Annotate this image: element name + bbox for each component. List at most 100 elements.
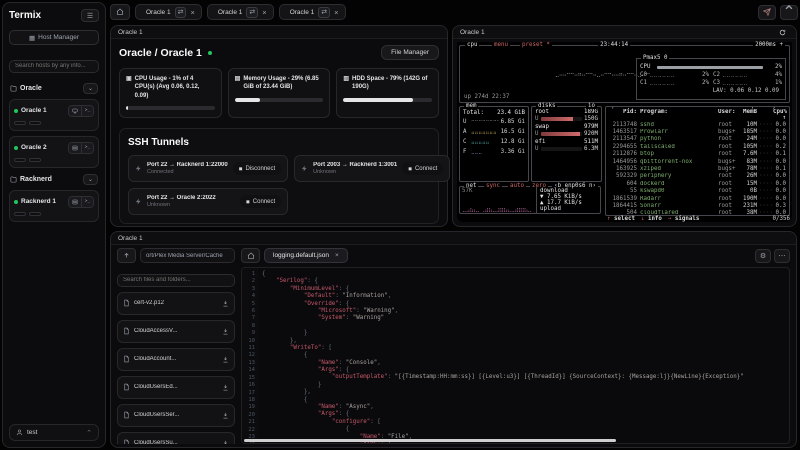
process-row[interactable]: 2113748 sshd root 10M ····· 0.0 [606,121,789,128]
refresh-button[interactable] [775,27,789,37]
panel-tab-title[interactable]: Oracle 1 [118,29,143,36]
btop-disks-box: disks io root 189G U 150G swap 979M U 92… [531,103,602,182]
host-terminal-button[interactable]: >_ [81,142,93,153]
session-tab[interactable]: >_ Oracle 1 ⇄ × [278,4,346,20]
collapse-button[interactable]: ⌃ [780,4,798,21]
panel-tab-title[interactable]: Oracle 1 [460,29,485,36]
mem-row: C ⣤⣤⣤⣤⣤ 12.8 Gi [463,139,525,145]
btop-terminal[interactable]: cpu menu preset * 23:44:14 2000ms + ⣀⠤⠤⠒… [457,42,792,222]
host-tag [14,211,26,216]
host-search-input[interactable] [9,59,99,73]
send-feedback-button[interactable] [758,4,776,20]
folder-collapse-button[interactable]: ⌄ [83,82,98,94]
code-editor[interactable]: 123456789101112131415161718192021222324 … [241,267,790,444]
horizontal-scrollbar[interactable] [244,439,616,442]
tunnel-action-icon: ◼ [246,198,250,204]
btop-clock: 23:44:14 [598,42,631,48]
host-card[interactable]: Racknerd 1 >_ [9,189,99,222]
file-icon [123,439,130,444]
tunnel-action-button[interactable]: ◼ Connect [240,195,282,209]
tunnel-action-button[interactable]: ◼ Disconnect [232,162,282,176]
editor-home-button[interactable] [241,248,260,263]
up-directory-button[interactable] [117,248,136,263]
core-meter: C1 ⣀⣀⣀⣀⣀⣀ 2% [640,80,709,86]
core-meter: C2 ⣀⣀⣀⣀⣀⣀ 4% [713,72,782,78]
process-row[interactable]: 592329 periphery root 26M ····· 0.0 [606,173,789,180]
folder-group: Racknerd ⌄ Racknerd 1 >_ [9,173,99,222]
process-row[interactable]: 1464956 qbittorrent-nox bugs+ 83M ····· … [606,158,789,165]
tabs: >_ Oracle 1 ⇄ × >_ Oracle 1 ⇄ × >_ [135,4,346,20]
download-icon[interactable] [222,300,229,307]
host-connect-button[interactable] [69,196,81,207]
file-manager-button[interactable]: File Manager [381,45,439,60]
download-icon[interactable] [222,440,229,445]
process-row[interactable]: 2294655 tailscaled root 105M ····· 0.2 [606,143,789,150]
home-button[interactable] [110,4,130,20]
host-card[interactable]: Oracle 1 >_ [9,98,99,131]
host-terminal-button[interactable]: >_ [81,105,93,116]
proc-cpu-dots: ····· [759,151,773,158]
process-row[interactable]: 2112876 btop root 7.6M ····· 0.1 [606,151,789,158]
stat-icon: ▥ [343,76,350,82]
code-lines: { "Serilog": { "MinimumLevel": { "Defaul… [262,271,744,443]
file-search-input[interactable] [117,273,235,287]
close-icon[interactable]: × [334,8,338,17]
file-item[interactable]: CloudUsersSer... [117,403,235,427]
editor-file-tab[interactable]: logging.default.json × [264,248,348,263]
tunnel-action-button[interactable]: ◼ Connect [402,162,444,176]
process-row[interactable]: 604 dockerd root 15M ····· 0.0 [606,180,789,187]
host-manager-button[interactable]: ▦ Host Manager [9,30,99,45]
process-row[interactable]: 2113547 python root 24M ····· 0.0 [606,136,789,143]
tunnel-card[interactable]: Port 2003 → Racknerd 1:3001 Unknown ◼ Co… [294,155,451,183]
file-item[interactable]: CloudUsersEd... [117,375,235,399]
editor-more-button[interactable]: ⋯ [774,248,790,263]
process-row[interactable]: 1861539 Radarr root 190M ····· 0.0 [606,195,789,202]
session-tab[interactable]: >_ Oracle 1 ⇄ × [206,4,274,20]
host-card[interactable]: Oracle 2 >_ [9,135,99,168]
download-icon[interactable] [222,356,229,363]
host-connect-button[interactable] [69,105,81,116]
editor-settings-button[interactable]: ⚙ [755,248,771,263]
file-item[interactable]: CloudAccount... [117,347,235,371]
close-icon[interactable]: × [190,8,194,17]
disk-entry: swap 979M U 920M [535,124,598,137]
tunnel-card[interactable]: Port 22 → Oracle 2:2022 Unknown ◼ Connec… [128,188,289,216]
download-icon[interactable] [222,328,229,335]
tunnel-card[interactable]: Port 22 → Racknerd 1:22000 Connected ◼ D… [128,155,289,183]
file-item[interactable]: cert-v2.p12 [117,291,235,315]
upload-graph: ⣀⣠⣦⣄⡀⢀⣴⣧⣀⣰⣶⣦⣄⣀⣼⣿⣷⣄⡀⣠⣄⡀⣀ [462,207,532,213]
process-row[interactable]: 1864415 Sonarr root 231M ····· 0.3 [606,202,789,209]
host-tags [14,157,94,162]
panel-tab-title[interactable]: Oracle 1 [118,235,143,242]
download-icon[interactable] [222,412,229,419]
folder-row[interactable]: Racknerd ⌄ [10,173,98,185]
file-item[interactable]: CloudUsersSu... [117,431,235,445]
close-icon[interactable]: × [262,8,266,17]
path-input[interactable] [140,248,235,263]
user-menu[interactable]: test ⌃ [9,424,99,441]
paper-plane-icon [763,8,771,16]
process-row[interactable]: 55 kswapd0 root 0B ····· 0.0 [606,188,789,195]
host-connect-button[interactable] [69,142,81,153]
session-tab[interactable]: >_ Oracle 1 ⇄ × [135,4,202,20]
menu-icon[interactable]: ☰ [81,9,99,22]
process-row[interactable]: 1463517 Prowlarr bugs+ 185M ····· 0.0 [606,128,789,135]
folder-collapse-button[interactable]: ⌄ [83,173,98,185]
close-icon[interactable]: × [335,252,339,259]
download-icon[interactable] [222,384,229,391]
sidebar: Termix ☰ ▦ Host Manager Oracle ⌄ [2,2,106,448]
file-item[interactable]: CloudAccessV... [117,319,235,343]
tunnel-action-icon: ◼ [238,165,243,171]
btop-mem-box: mem Total: 23.4 GiB U ⠒⠒⠒⠒⠒⠒⠒⠒ 6.85 Gi A… [459,103,529,182]
folder-list: Oracle ⌄ Oracle 1 >_ Oracle 2 >_ Rackner… [9,77,99,227]
process-row[interactable]: 163925 xziped bugs+ 78M ····· 0.1 [606,165,789,172]
split-icon[interactable]: ⇄ [178,8,184,16]
host-tag [29,211,41,216]
split-icon[interactable]: ⇄ [321,8,327,16]
file-search [117,268,235,287]
host-terminal-button[interactable]: >_ [81,196,93,207]
chevron-up-icon: ⌃ [86,429,92,437]
stat-icon: ▤ [234,76,241,82]
folder-row[interactable]: Oracle ⌄ [10,82,98,94]
split-icon[interactable]: ⇄ [249,8,255,16]
